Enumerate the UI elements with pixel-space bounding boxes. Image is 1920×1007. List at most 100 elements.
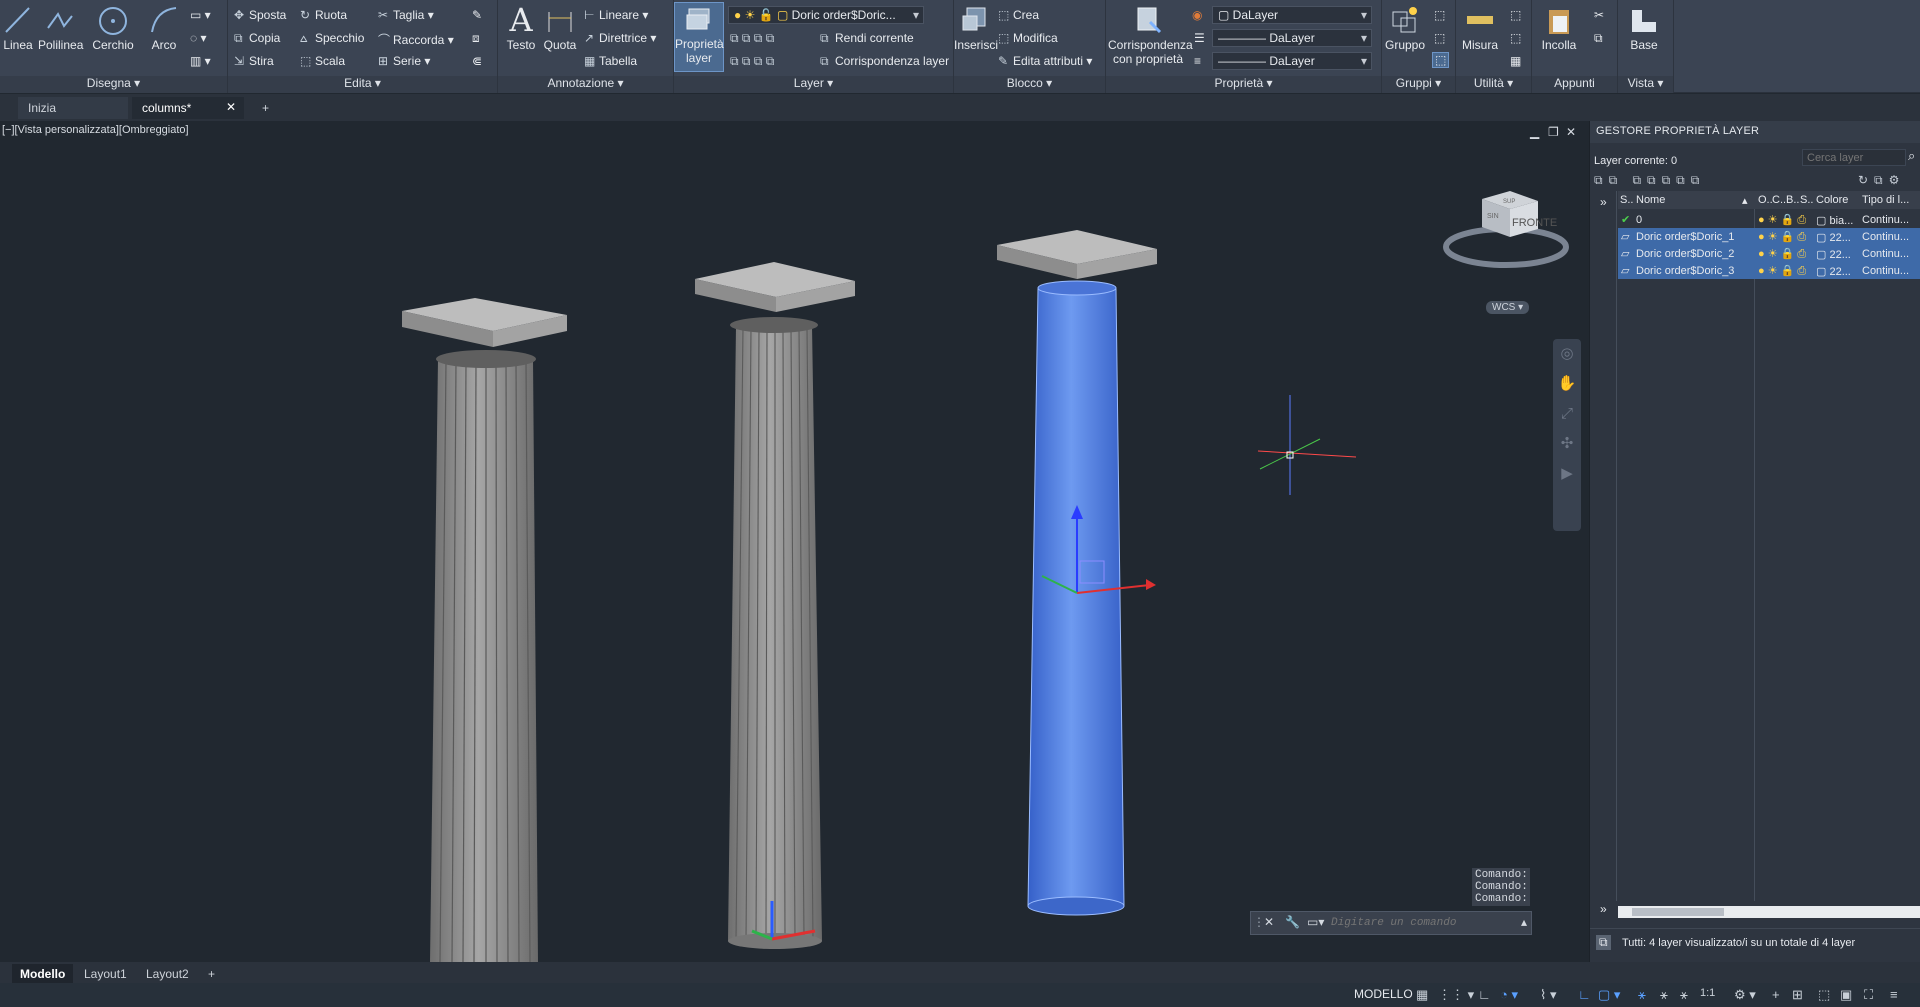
layer-linetype[interactable]: Continu... (1862, 231, 1909, 243)
annotation-scale-value[interactable]: 1:1 (1700, 987, 1715, 999)
osnap3d-icon[interactable]: ▢ ▾ (1598, 987, 1620, 1003)
mirror-button[interactable]: ⩟ Specchio (300, 31, 364, 46)
isolate-objects-icon[interactable]: ⬚ (1818, 987, 1830, 1003)
clean-screen-icon[interactable]: ⛶ (1864, 987, 1873, 1003)
make-current-button[interactable]: ⧉ Rendi corrente (820, 31, 914, 46)
column-2[interactable] (695, 262, 855, 949)
isodraft-icon[interactable]: ⌇ ▾ (1540, 987, 1557, 1003)
layer-state-icons[interactable]: ● ☀ 🔒 ⎙ (1758, 213, 1806, 227)
panel-block-title[interactable]: Blocco ▾ (954, 76, 1105, 93)
layer-row[interactable]: ▱ Doric order$Doric_2 ● ☀ 🔒 ⎙ ▢ 22... Co… (1618, 245, 1920, 262)
edit-block-button[interactable]: ⬚ Modifica (998, 31, 1058, 45)
panel-groups-title[interactable]: Gruppi ▾ (1382, 76, 1455, 93)
leader-button[interactable]: ↗ Direttrice ▾ (584, 31, 656, 45)
tab-columns[interactable]: columns* ✕ (132, 97, 244, 119)
text-button[interactable]: A Testo (504, 4, 538, 52)
fillet-button[interactable]: ⌒ Raccorda ▾ (378, 31, 454, 48)
model-space-button[interactable]: MODELLO (1354, 987, 1413, 1001)
layer-state-icons[interactable]: ● ☀ 🔒 ⎙ (1758, 264, 1806, 278)
panel-draw-title[interactable]: Disegna ▾ (0, 76, 227, 93)
annotation-scale-icon[interactable]: ⚹ (1680, 987, 1688, 1003)
close-tab-icon[interactable]: ✕ (226, 100, 236, 114)
copy-clip-icon[interactable]: ⧉ (1594, 31, 1603, 46)
panel-layer-title[interactable]: Layer ▾ (674, 76, 953, 93)
array-button[interactable]: ⊞ Serie ▾ (378, 54, 430, 68)
gradient-button[interactable]: ▥ ▾ (190, 54, 211, 68)
command-customize-icon[interactable]: 🔧 (1285, 915, 1300, 929)
layer-linetype[interactable]: Continu... (1862, 248, 1909, 260)
column-1[interactable] (402, 298, 567, 962)
arc-button[interactable]: Arco (146, 4, 182, 52)
wcs-button[interactable]: WCS ▾ (1486, 301, 1530, 314)
ungroup-icon[interactable]: ⬚ (1434, 8, 1445, 22)
scale-button[interactable]: ⬚ Scala (300, 54, 345, 68)
layer-list-divider[interactable] (1754, 191, 1755, 901)
layer-list-scrollbar[interactable] (1618, 906, 1920, 918)
new-tab-button[interactable]: + (252, 97, 279, 119)
add-layout-button[interactable]: + (200, 964, 223, 984)
header-on[interactable]: O.. (1758, 194, 1773, 206)
move-button[interactable]: ✥ Sposta (234, 8, 286, 22)
viewcube[interactable]: FRONTE SIN SUP (1443, 191, 1569, 268)
layer-row[interactable]: ▱ Doric order$Doric_1 ● ☀ 🔒 ⎙ ▢ 22... Co… (1618, 228, 1920, 245)
header-plot[interactable]: S.. (1800, 194, 1813, 206)
orbit-icon[interactable]: ✣ (1553, 429, 1581, 459)
create-block-button[interactable]: ⬚ Crea (998, 8, 1039, 22)
paste-button[interactable]: Incolla (1538, 4, 1580, 52)
layout-tab-model[interactable]: Modello (12, 964, 74, 984)
group-edit-icon[interactable]: ⬚ (1434, 31, 1445, 45)
panel-utility-title[interactable]: Utilità ▾ (1456, 76, 1531, 93)
header-linetype[interactable]: Tipo di l... (1862, 194, 1909, 206)
lineweight-dropdown[interactable]: ———— DaLayer (1212, 52, 1372, 70)
layer-toolbar[interactable]: ⧉⧉ ⧉⧉⧉⧉⧉ (1594, 173, 1705, 188)
column-3-selected[interactable] (997, 230, 1157, 916)
group-select-icon[interactable]: ⬚ (1432, 52, 1450, 68)
layer-color[interactable]: ▢ 22... (1816, 231, 1851, 244)
panel-properties-title[interactable]: Proprietà ▾ (1106, 76, 1381, 93)
layer-row[interactable]: ✔ 0 ● ☀ 🔒 ⎙ ▢ bia... Continu... (1618, 211, 1920, 228)
header-color[interactable]: Colore (1816, 194, 1848, 206)
panel-modify-title[interactable]: Edita ▾ (228, 76, 497, 93)
command-input[interactable] (1331, 914, 1511, 932)
circle-button[interactable]: Cerchio (92, 4, 134, 52)
zoom-icon[interactable]: ⤢ (1553, 399, 1581, 429)
hatch-button[interactable]: ◌ ▾ (190, 31, 207, 45)
filter-pane-divider[interactable] (1616, 191, 1617, 901)
select-all-icon[interactable]: ⬚ (1510, 31, 1521, 45)
layer-dropdown[interactable]: ● ☀ 🔓 ▢ Doric order$Doric... (728, 6, 924, 24)
layer-linetype[interactable]: Continu... (1862, 214, 1909, 226)
command-close-icon[interactable]: ✕ (1264, 915, 1274, 929)
hardware-accel-icon[interactable]: ▣ (1840, 987, 1852, 1003)
calculator-icon[interactable]: ▦ (1510, 54, 1521, 68)
measure-button[interactable]: Misura (1458, 4, 1502, 52)
copy-button[interactable]: ⧉ Copia (234, 31, 280, 46)
command-recent-icon[interactable]: ▭▾ (1307, 915, 1324, 929)
layer-state-icons[interactable]: ● ☀ 🔒 ⎙ (1758, 247, 1806, 261)
polyline-button[interactable]: Polilinea (38, 4, 83, 52)
drawing-viewport[interactable]: [−][Vista personalizzata][Ombreggiato] ▁… (0, 121, 1585, 962)
layer-state-icons[interactable]: ● ☀ 🔒 ⎙ (1758, 230, 1806, 244)
annotation-visibility-icon[interactable]: ⚹ (1638, 987, 1646, 1003)
header-name[interactable]: Nome (1636, 194, 1665, 206)
panel-annotation-title[interactable]: Annotazione ▾ (498, 76, 673, 93)
offset-button[interactable]: ⧈ (472, 31, 480, 46)
layer-match-button[interactable]: ⧉ Corrispondenza layer (820, 54, 949, 69)
layout-tab-1[interactable]: Layout1 (76, 964, 135, 984)
dimension-button[interactable]: Quota (542, 4, 578, 52)
quick-select-icon[interactable]: ⬚ (1510, 8, 1521, 22)
match-properties-button[interactable]: Corrispondenza con proprietà (1108, 4, 1193, 66)
snap-icon[interactable]: ⋮⋮ ▾ (1438, 987, 1474, 1003)
linear-dim-button[interactable]: ⊢ Lineare ▾ (584, 8, 648, 22)
table-button[interactable]: ▦ Tabella (584, 54, 637, 68)
layer-linetype[interactable]: Continu... (1862, 265, 1909, 277)
layer-search-input[interactable] (1802, 149, 1906, 166)
layer-color[interactable]: ▢ bia... (1816, 214, 1853, 227)
showmotion-icon[interactable]: ▶ (1553, 459, 1581, 489)
scrollbar-thumb[interactable] (1632, 908, 1724, 916)
layer-tools-row[interactable]: ⧉ ⧉ ⧉ ⧉ (730, 31, 774, 46)
layer-manager-title[interactable]: GESTORE PROPRIETÀ LAYER (1590, 121, 1920, 143)
stretch-button[interactable]: ⇲ Stira (234, 54, 274, 68)
layer-properties-button[interactable]: Proprietà layer (674, 2, 724, 72)
layer-settings-icon[interactable]: ⧉ (1596, 935, 1611, 950)
layer-color[interactable]: ▢ 22... (1816, 265, 1851, 278)
